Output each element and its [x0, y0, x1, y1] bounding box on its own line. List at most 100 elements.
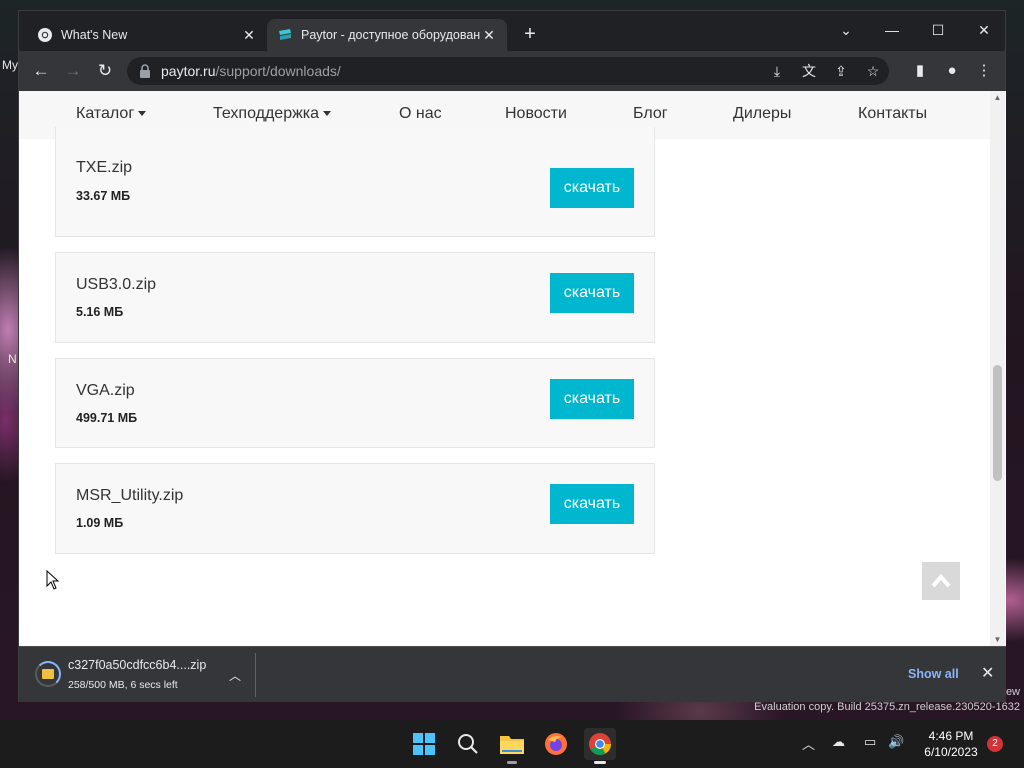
- back-button[interactable]: ←: [28, 59, 54, 83]
- build-watermark: Evaluation copy. Build 25375.zn_release.…: [754, 701, 1020, 713]
- download-button[interactable]: скачать: [550, 379, 634, 419]
- mouse-cursor-icon: [46, 570, 60, 590]
- nav-label: Каталог: [76, 105, 135, 122]
- nav-about[interactable]: О нас: [399, 105, 442, 123]
- chrome-icon: [589, 733, 611, 755]
- maximize-button[interactable]: ☐: [918, 17, 958, 43]
- tab-whats-new[interactable]: What's New ✕: [27, 19, 267, 51]
- file-card-txe: TXE.zip 33.67 МБ скачать: [55, 127, 655, 237]
- new-tab-button[interactable]: +: [519, 23, 541, 45]
- chevron-up-icon: [931, 574, 951, 588]
- taskbar: ︿ ☁ ▭ 🔊 4:46 PM 6/10/2023: [0, 720, 1024, 768]
- address-bar[interactable]: paytor.ru/support/downloads/ ⤓ 文 ⇪ ☆: [127, 57, 889, 85]
- file-card-vga: VGA.zip 499.71 МБ скачать: [55, 358, 655, 448]
- file-name: MSR_Utility.zip: [76, 487, 184, 504]
- tab-search-icon[interactable]: ⌄: [826, 17, 866, 43]
- windows-logo-icon: [413, 733, 435, 755]
- start-button[interactable]: [408, 728, 440, 760]
- display-icon[interactable]: ▭: [864, 734, 876, 750]
- system-clock[interactable]: 4:46 PM 6/10/2023: [918, 728, 984, 760]
- search-icon: [458, 734, 478, 754]
- page-viewport: Каталог Техподдержка О нас Новости Блог …: [19, 91, 1006, 646]
- caret-down-icon: [138, 111, 147, 117]
- file-size: 1.09 МБ: [76, 516, 124, 530]
- zip-file-icon: [42, 669, 54, 679]
- download-button[interactable]: скачать: [550, 484, 634, 524]
- minimize-button[interactable]: —: [872, 17, 912, 43]
- desktop-label-n: N: [8, 352, 17, 366]
- show-all-button[interactable]: Show all: [908, 667, 959, 681]
- download-button[interactable]: скачать: [550, 273, 634, 313]
- download-button[interactable]: скачать: [550, 168, 634, 208]
- chrome-icon: [38, 28, 52, 42]
- tab-close-icon[interactable]: ✕: [241, 27, 257, 44]
- browser-window: What's New ✕ Paytor - доступное оборудов…: [18, 10, 1006, 702]
- volume-icon[interactable]: 🔊: [888, 734, 904, 750]
- desktop-label-my: My: [2, 58, 18, 72]
- download-file-name: c327f0a50cdfcc6b4....zip: [68, 658, 207, 672]
- firefox-button[interactable]: [540, 728, 572, 760]
- caret-down-icon: [323, 111, 332, 117]
- chevron-up-icon[interactable]: ︿: [229, 667, 241, 684]
- download-shelf: c327f0a50cdfcc6b4....zip 258/500 MB, 6 s…: [19, 646, 1006, 702]
- url-path: /support/downloads/: [215, 63, 341, 79]
- close-shelf-icon[interactable]: ✕: [981, 663, 994, 683]
- firefox-icon: [545, 733, 567, 755]
- download-progress-ring: [35, 661, 61, 687]
- nav-blog[interactable]: Блог: [633, 105, 668, 123]
- nav-support[interactable]: Техподдержка: [213, 105, 332, 123]
- scroll-up-arrow-icon[interactable]: ▲: [990, 93, 1005, 102]
- clock-date: 6/10/2023: [924, 745, 978, 759]
- profile-avatar-icon[interactable]: ●: [939, 59, 965, 83]
- nav-catalog[interactable]: Каталог: [76, 105, 147, 123]
- file-card-usb3: USB3.0.zip 5.16 МБ скачать: [55, 252, 655, 343]
- install-app-icon[interactable]: ⤓: [761, 63, 793, 80]
- tab-title: Paytor - доступное оборудован: [301, 28, 481, 42]
- translate-icon[interactable]: 文: [793, 61, 825, 81]
- tray-overflow-chevron-icon[interactable]: ︿: [802, 734, 815, 753]
- notification-badge[interactable]: 2: [987, 736, 1003, 752]
- forward-button[interactable]: →: [60, 59, 86, 83]
- tab-title: What's New: [61, 28, 128, 42]
- tab-close-icon[interactable]: ✕: [481, 27, 497, 44]
- close-window-button[interactable]: ✕: [964, 17, 1004, 43]
- omnibox-actions: ⤓ 文 ⇪ ☆: [761, 57, 889, 85]
- nav-label: Техподдержка: [213, 105, 320, 122]
- shelf-divider: [255, 653, 256, 697]
- download-item[interactable]: c327f0a50cdfcc6b4....zip 258/500 MB, 6 s…: [31, 655, 251, 695]
- tab-paytor[interactable]: Paytor - доступное оборудован ✕: [267, 19, 507, 51]
- file-name: TXE.zip: [76, 159, 133, 176]
- watermark-tail: ew: [1005, 686, 1020, 698]
- cloud-offline-icon[interactable]: ☁: [832, 734, 845, 750]
- lock-icon[interactable]: [139, 64, 151, 78]
- menu-kebab-icon[interactable]: ⋮: [971, 59, 997, 83]
- url-host: paytor.ru: [161, 63, 216, 79]
- side-panel-icon[interactable]: ▮: [907, 59, 933, 83]
- chrome-taskbar-button[interactable]: [584, 728, 616, 764]
- active-indicator: [594, 761, 606, 764]
- file-size: 33.67 МБ: [76, 189, 131, 203]
- download-status: 258/500 MB, 6 secs left: [68, 679, 178, 691]
- paytor-favicon-icon: [279, 29, 291, 40]
- clock-time: 4:46 PM: [928, 729, 974, 743]
- nav-contacts[interactable]: Контакты: [858, 105, 927, 123]
- reload-button[interactable]: ↻: [92, 59, 118, 83]
- share-icon[interactable]: ⇪: [825, 63, 857, 80]
- scrollbar-thumb[interactable]: [993, 365, 1002, 481]
- bookmark-star-icon[interactable]: ☆: [857, 63, 889, 80]
- page-scrollbar[interactable]: ▲ ▼: [990, 91, 1005, 646]
- nav-dealers[interactable]: Дилеры: [733, 105, 791, 123]
- file-size: 499.71 МБ: [76, 411, 138, 425]
- folder-icon: [500, 736, 524, 754]
- running-indicator: [507, 761, 517, 764]
- scroll-down-arrow-icon[interactable]: ▼: [990, 635, 1005, 644]
- file-card-msr-utility: MSR_Utility.zip 1.09 МБ скачать: [55, 463, 655, 554]
- file-explorer-button[interactable]: [496, 728, 528, 764]
- file-name: USB3.0.zip: [76, 276, 157, 293]
- tab-strip: What's New ✕ Paytor - доступное оборудов…: [19, 11, 1005, 51]
- nav-news[interactable]: Новости: [505, 105, 567, 123]
- search-button[interactable]: [452, 728, 484, 760]
- scroll-to-top-button[interactable]: [922, 562, 960, 600]
- file-name: VGA.zip: [76, 382, 135, 399]
- browser-toolbar: ← → ↻ paytor.ru/support/downloads/ ⤓ 文 ⇪…: [19, 51, 1005, 91]
